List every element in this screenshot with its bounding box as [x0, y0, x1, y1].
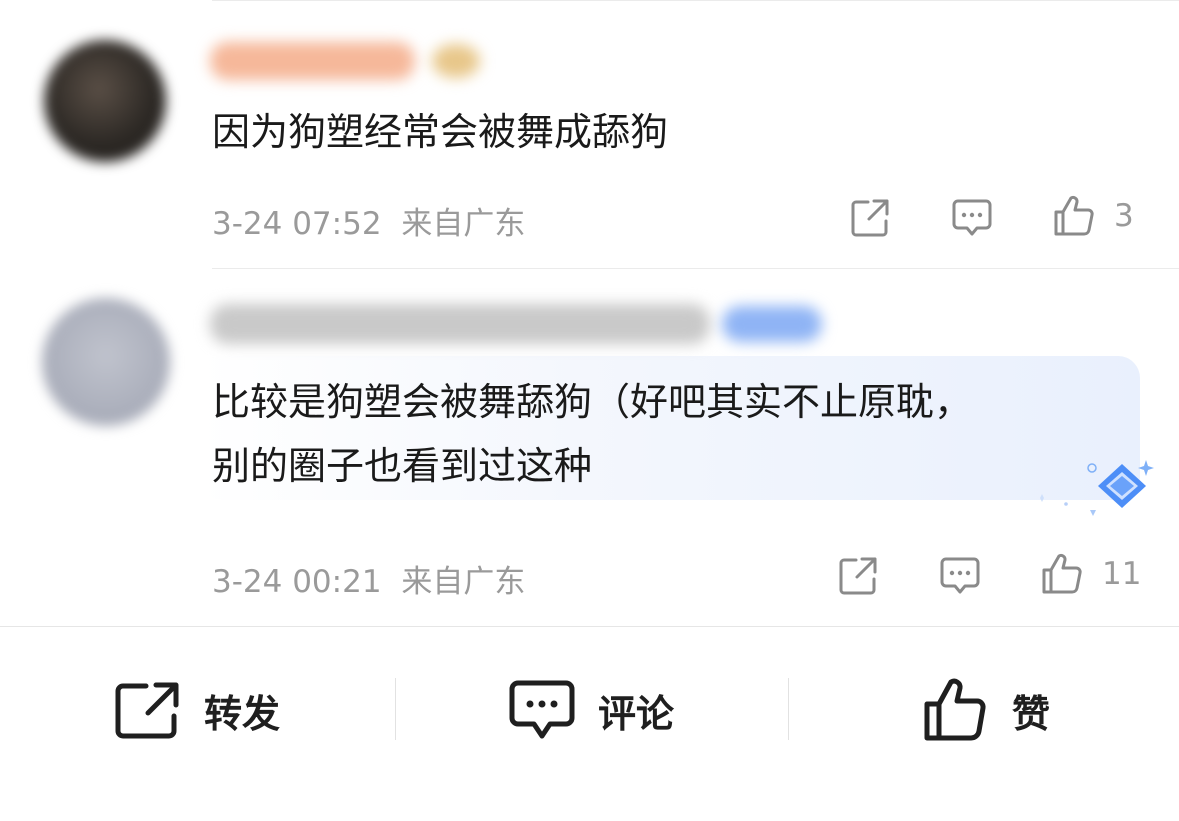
comment-text-line-1: 比较是狗塑会被舞舔狗（好吧其实不止原耽， — [212, 380, 973, 424]
comment-item: 比较是狗塑会被舞舔狗（好吧其实不止原耽， 别的圈子也看到过这种 3-24 00:… — [0, 270, 1179, 626]
diamond-sparkle-icon — [1040, 460, 1154, 516]
comment-button[interactable]: 评论 — [508, 660, 674, 760]
avatar[interactable] — [44, 40, 166, 162]
like-label: 赞 — [1012, 691, 1051, 736]
repost-button[interactable]: 转发 — [114, 660, 280, 760]
section-divider — [0, 626, 1179, 627]
comment-location: 来自广东 — [401, 564, 526, 600]
share-icon[interactable] — [848, 196, 892, 240]
avatar[interactable] — [42, 298, 170, 426]
comment-icon[interactable] — [950, 196, 994, 240]
comment-meta: 3-24 07:52 来自广东 — [212, 198, 525, 243]
like-count: 3 — [1114, 198, 1134, 234]
username-blurred[interactable] — [210, 304, 710, 344]
comment-icon[interactable] — [938, 554, 982, 598]
share-icon[interactable] — [836, 554, 880, 598]
repost-icon — [115, 682, 179, 739]
comment-time: 3-24 07:52 — [212, 206, 382, 242]
comment-bubble-icon — [509, 680, 575, 739]
thumbs-up-icon — [924, 678, 986, 741]
bar-separator — [395, 678, 396, 740]
comment-item: 因为狗塑经常会被舞成舔狗 3-24 07:52 来自广东 3 — [0, 0, 1179, 268]
user-badge-blurred — [432, 44, 480, 78]
comment-divider — [212, 268, 1179, 269]
username-blurred[interactable] — [210, 42, 415, 80]
user-badge-blurred — [722, 306, 822, 342]
comment-meta: 3-24 00:21 来自广东 — [212, 556, 525, 601]
like-icon[interactable] — [1040, 552, 1084, 596]
comment-label: 评论 — [598, 691, 675, 736]
comment-time: 3-24 00:21 — [212, 564, 382, 600]
comment-location: 来自广东 — [401, 206, 526, 242]
like-button[interactable]: 赞 — [922, 660, 1050, 760]
repost-label: 转发 — [204, 691, 281, 736]
like-count: 11 — [1102, 556, 1142, 592]
bar-separator — [788, 678, 789, 740]
comment-text-line-2: 别的圈子也看到过这种 — [212, 444, 593, 488]
like-icon[interactable] — [1052, 194, 1096, 238]
comment-text: 因为狗塑经常会被舞成舔狗 — [212, 110, 669, 154]
